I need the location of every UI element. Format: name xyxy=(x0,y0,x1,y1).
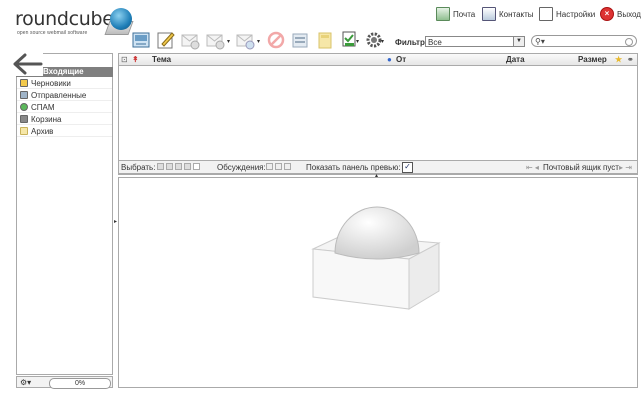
star-column-icon[interactable]: ★ xyxy=(615,55,622,64)
vertical-splitter[interactable]: ▸ xyxy=(114,218,117,225)
print-button[interactable] xyxy=(290,30,310,50)
logo-wordmark: roundcube xyxy=(15,8,114,30)
threads-label: Обсуждения: xyxy=(217,163,266,172)
mail-icon xyxy=(436,7,450,21)
nav-logout-label: Выход xyxy=(617,9,641,19)
reply-button[interactable] xyxy=(180,30,200,50)
select-unread-icon[interactable] xyxy=(175,163,182,170)
folder-drafts-label: Черновики xyxy=(31,78,71,88)
more-dropdown[interactable]: ▾ xyxy=(381,38,384,45)
expand-unread-icon[interactable] xyxy=(275,163,282,170)
forward-button[interactable] xyxy=(235,30,255,50)
logo-tagline: open source webmail software xyxy=(17,30,88,36)
folder-spam[interactable]: СПАМ xyxy=(17,102,112,113)
archive-icon xyxy=(318,32,332,49)
select-all-icon[interactable] xyxy=(157,163,164,170)
forward-icon xyxy=(236,34,255,50)
clear-search-icon[interactable] xyxy=(625,38,633,46)
filter-select[interactable]: Все ▼ xyxy=(425,36,525,47)
check-mail-icon xyxy=(132,32,150,48)
compose-icon xyxy=(157,32,175,49)
delete-button[interactable] xyxy=(266,30,286,50)
folder-trash[interactable]: Корзина xyxy=(17,114,112,125)
select-label: Выбрать: xyxy=(121,163,156,172)
sent-icon xyxy=(20,91,28,99)
nav-settings-label: Настройки xyxy=(556,9,596,19)
print-icon xyxy=(292,33,308,48)
quota-indicator: 0% xyxy=(49,378,111,389)
nav-settings[interactable]: Настройки xyxy=(539,7,595,21)
forward-dropdown[interactable]: ▾ xyxy=(257,38,260,45)
thread-toggle-icon[interactable]: ⊡ xyxy=(121,55,128,64)
folder-archive[interactable]: Архив xyxy=(17,126,112,137)
folder-trash-label: Корзина xyxy=(31,114,62,124)
spam-icon xyxy=(20,103,28,111)
check-mail-button[interactable] xyxy=(131,30,151,50)
column-date[interactable]: Дата xyxy=(506,55,525,64)
reply-all-dropdown[interactable]: ▾ xyxy=(227,38,230,45)
settings-icon xyxy=(539,7,553,21)
archive-folder-icon xyxy=(20,127,28,135)
folder-archive-label: Архив xyxy=(31,126,54,136)
drafts-icon xyxy=(20,79,28,87)
nav-contacts-label: Контакты xyxy=(499,9,534,19)
select-page-icon[interactable] xyxy=(166,163,173,170)
preview-pane-checkbox[interactable]: ✓ xyxy=(402,162,413,173)
archive-button[interactable] xyxy=(315,30,335,50)
nav-contacts[interactable]: Контакты xyxy=(482,7,534,21)
folder-spam-label: СПАМ xyxy=(31,102,55,112)
roundcube-watermark-icon xyxy=(311,206,441,310)
compose-button[interactable] xyxy=(156,30,176,50)
mailbox-status: Почтовый ящик пуст xyxy=(543,163,619,172)
nav-mail[interactable]: Почта xyxy=(436,7,475,21)
select-invert-icon[interactable] xyxy=(184,163,191,170)
filter-label: Фильтр: xyxy=(395,38,428,47)
search-input[interactable]: ⚲▾ xyxy=(531,35,637,47)
flag-column-icon[interactable]: ↟ xyxy=(132,55,139,64)
collapse-threads-icon[interactable] xyxy=(284,163,291,170)
attachment-column-icon: ⚭ xyxy=(627,55,634,64)
address-book-icon xyxy=(482,7,496,21)
first-prev-page-icon[interactable]: ⇤ ◂ xyxy=(526,163,539,172)
preview-panel xyxy=(118,177,638,388)
nav-mail-label: Почта xyxy=(453,9,476,19)
reply-all-icon xyxy=(206,34,225,50)
message-list xyxy=(118,53,638,175)
logo-ball-icon xyxy=(110,8,132,30)
chevron-down-icon: ▼ xyxy=(513,37,524,46)
select-none-icon[interactable] xyxy=(193,163,200,170)
status-column-icon: ● xyxy=(387,55,392,64)
trash-icon xyxy=(20,115,28,123)
folder-sent[interactable]: Отправленные xyxy=(17,90,112,101)
column-size[interactable]: Размер xyxy=(578,55,607,64)
mark-dropdown[interactable]: ▾ xyxy=(356,38,359,45)
delete-icon xyxy=(267,31,285,49)
next-last-page-icon[interactable]: ▸ ⇥ xyxy=(619,163,632,172)
folder-sent-label: Отправленные xyxy=(31,90,87,100)
preview-pane-label: Показать панель превью: xyxy=(306,163,401,172)
search-icon[interactable]: ⚲▾ xyxy=(535,36,545,47)
column-from[interactable]: От xyxy=(396,55,406,64)
expand-threads-icon[interactable] xyxy=(266,163,273,170)
reply-all-button[interactable] xyxy=(205,30,225,50)
column-subject[interactable]: Тема xyxy=(152,55,171,64)
filter-value: Все xyxy=(428,38,442,47)
nav-logout[interactable]: × Выход xyxy=(600,7,641,21)
reply-icon xyxy=(181,34,200,50)
back-arrow-icon[interactable] xyxy=(13,52,43,76)
folder-actions-gear-icon[interactable]: ⚙▾ xyxy=(20,378,31,387)
folder-drafts[interactable]: Черновики xyxy=(17,78,112,89)
roundcube-logo: roundcube open source webmail software xyxy=(15,8,134,38)
message-list-header xyxy=(118,53,638,66)
logout-icon: × xyxy=(600,7,614,21)
